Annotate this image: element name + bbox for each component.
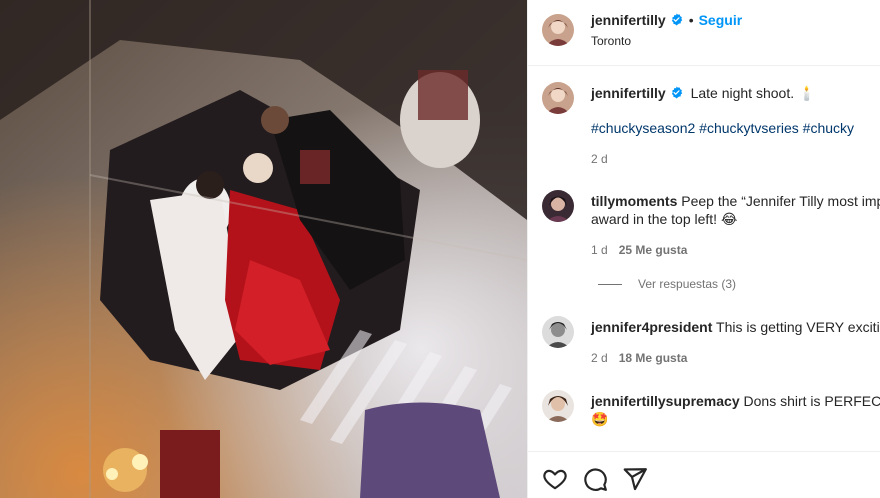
caption-username[interactable]: jennifertilly	[591, 85, 666, 101]
avatar[interactable]	[542, 82, 574, 114]
post-photo[interactable]	[0, 0, 527, 498]
comment-text: jennifer4president This is getting VERY …	[591, 318, 880, 336]
comment-age[interactable]: 2 d	[591, 351, 608, 365]
comment-body-line2: 🤩	[591, 411, 609, 427]
verified-badge-icon	[670, 86, 683, 99]
separator-dot: •	[688, 12, 694, 28]
comment-icon[interactable]	[582, 466, 608, 492]
comment-username[interactable]: jennifertillysupremacy	[591, 393, 740, 409]
avatar[interactable]	[542, 14, 574, 46]
comment-text: jennifertillysupremacy Dons shirt is PER…	[591, 392, 880, 428]
avatar[interactable]	[542, 190, 574, 222]
comment-body-line1: This is getting VERY excitin	[716, 319, 880, 335]
comment-username[interactable]: jennifer4president	[591, 319, 712, 335]
replies-divider	[598, 283, 622, 285]
comment-age[interactable]: 1 d	[591, 243, 608, 257]
comment-meta: 1 d 25 Me gusta	[591, 243, 687, 257]
comment-likes[interactable]: 18 Me gusta	[619, 351, 688, 365]
view-replies-label[interactable]: Ver respuestas (3)	[638, 277, 736, 291]
post-actions-bar	[528, 451, 880, 498]
heart-icon[interactable]	[542, 466, 568, 492]
author-username[interactable]: jennifertilly	[591, 12, 666, 28]
post-age[interactable]: 2 d	[591, 152, 608, 166]
avatar[interactable]	[542, 390, 574, 422]
comment-text: tillymoments Peep the “Jennifer Tilly mo…	[591, 192, 880, 228]
verified-badge-icon	[670, 13, 683, 26]
comment-body-line1: Dons shirt is PERFECT fo	[743, 393, 880, 409]
comment-body-line1: Peep the “Jennifer Tilly most imp	[681, 193, 880, 209]
comment-meta: 2 d 18 Me gusta	[591, 351, 687, 365]
comment-likes[interactable]: 25 Me gusta	[619, 243, 688, 257]
follow-button[interactable]: Seguir	[699, 12, 743, 28]
caption-text: jennifertilly Late night shoot. 🕯️	[591, 84, 880, 102]
location-link[interactable]: Toronto	[591, 34, 631, 48]
hashtags[interactable]: #chuckyseason2 #chuckytvseries #chucky	[591, 120, 854, 136]
instagram-post-view: jennifertilly • Seguir Toronto jennifertil…	[0, 0, 880, 498]
comment-username[interactable]: tillymoments	[591, 193, 677, 209]
view-replies-button[interactable]: Ver respuestas (3)	[598, 277, 736, 291]
avatar[interactable]	[542, 316, 574, 348]
header-line: jennifertilly • Seguir	[591, 12, 742, 28]
post-header: jennifertilly • Seguir Toronto	[528, 0, 880, 66]
caption-body: Late night shoot. 🕯️	[690, 85, 816, 101]
paper-plane-icon[interactable]	[622, 466, 648, 492]
comment-body-line2: award in the top left! 😂	[591, 211, 738, 227]
post-side-panel: jennifertilly • Seguir Toronto jennifertil…	[527, 0, 880, 498]
